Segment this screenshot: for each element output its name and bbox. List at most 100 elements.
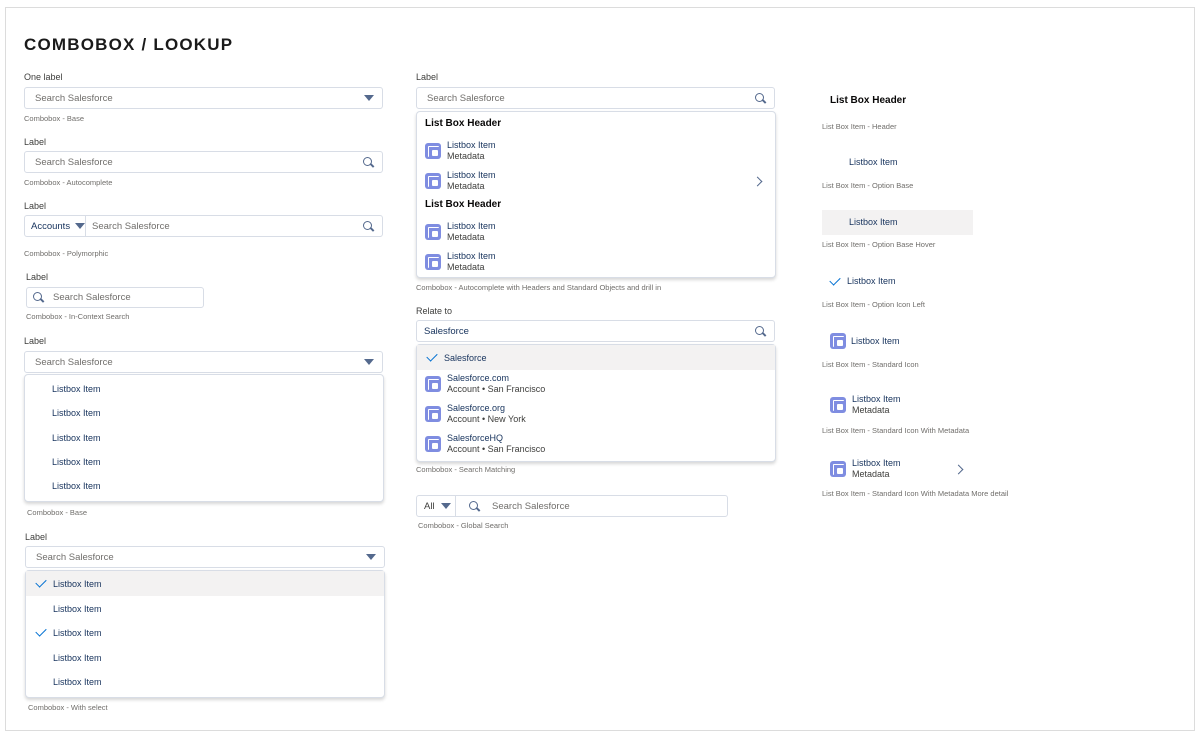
option-label: Listbox Item — [52, 481, 101, 491]
field-label: Label — [24, 201, 47, 211]
option-label: Listbox Item — [53, 578, 102, 589]
option-meta: Metadata — [447, 232, 485, 242]
caret-down-icon[interactable] — [364, 359, 374, 365]
standard-icon-sample[interactable]: Listbox Item — [830, 333, 900, 349]
listbox-option[interactable]: Listbox Item Metadata — [417, 250, 775, 274]
option-label: Listbox Item — [53, 652, 102, 663]
option-label: Listbox Item — [52, 384, 101, 394]
listbox-option[interactable]: Listbox Item — [26, 596, 384, 621]
option-label: SalesforceHQ — [447, 433, 504, 443]
caption: Combobox - Polymorphic — [24, 249, 109, 258]
combobox-base-open[interactable]: Search Salesforce — [24, 351, 383, 373]
option-label: Listbox Item — [852, 394, 901, 404]
placeholder: Search Salesforce — [92, 220, 170, 232]
combobox-with-select[interactable]: Search Salesforce — [25, 546, 385, 568]
option-meta: Metadata — [447, 262, 485, 272]
listbox-option[interactable]: Listbox Item Metadata — [417, 139, 775, 163]
placeholder: Search Salesforce — [427, 92, 505, 104]
option-label: Listbox Item — [53, 603, 102, 614]
option-label: Salesforce — [444, 352, 487, 363]
listbox-option[interactable]: Listbox Item — [26, 571, 384, 596]
standard-object-icon — [425, 173, 441, 189]
object-label: Accounts — [31, 220, 71, 232]
option-label: Listbox Item — [447, 251, 496, 261]
caption: Combobox - With select — [28, 703, 108, 712]
option-label: Listbox Item — [849, 217, 898, 227]
option-hover-sample[interactable]: Listbox Item — [822, 210, 973, 235]
combobox-autocomplete[interactable]: Search Salesforce — [24, 151, 383, 173]
standard-icon-metadata-sample[interactable]: Listbox Item Metadata — [830, 394, 901, 416]
option-label: Listbox Item — [53, 676, 102, 687]
caption: Combobox - Global Search — [418, 521, 509, 530]
listbox-option[interactable]: Listbox Item — [25, 431, 383, 445]
in-context-search[interactable]: Search Salesforce — [26, 287, 204, 308]
option-label: Listbox Item — [847, 276, 896, 286]
caption: Combobox - Base — [24, 114, 85, 123]
check-icon — [426, 350, 438, 362]
option-label: Listbox Item — [447, 170, 496, 180]
field-label: Label — [25, 532, 48, 542]
listbox-option[interactable]: Listbox Item — [25, 406, 383, 420]
caption: Combobox - Autocomplete with Headers and… — [416, 283, 662, 292]
option-meta: Metadata — [852, 405, 890, 415]
combobox-polymorphic[interactable]: Accounts Search Salesforce — [24, 215, 383, 237]
listbox-option-selected[interactable]: Salesforce — [417, 345, 775, 370]
standard-icon-metadata-detail-sample[interactable]: Listbox Item Metadata — [830, 458, 964, 480]
listbox-option[interactable]: Listbox Item Metadata — [417, 169, 775, 193]
caption: Combobox - Autocomplete — [24, 178, 113, 187]
listbox-option[interactable]: Salesforce.org Account • New York — [417, 402, 775, 426]
option-icon-left-sample[interactable]: Listbox Item — [829, 273, 896, 286]
option-label: Listbox Item — [852, 458, 901, 468]
listbox-option[interactable]: Listbox Item Metadata — [417, 220, 775, 244]
listbox: Listbox Item Listbox Item Listbox Item List… — [25, 570, 385, 698]
option-label: Listbox Item — [851, 336, 900, 346]
object-switcher[interactable]: Accounts — [25, 216, 86, 236]
caption: Combobox - Search Matching — [416, 465, 516, 474]
listbox-option[interactable]: Listbox Item — [25, 382, 383, 396]
listbox-header: List Box Header — [425, 117, 502, 129]
caret-down-icon[interactable] — [364, 95, 374, 101]
check-icon — [829, 273, 841, 286]
option-meta: Metadata — [447, 181, 485, 191]
placeholder: Search Salesforce — [35, 92, 113, 104]
listbox-option[interactable]: Listbox Item — [26, 645, 384, 670]
option-meta: Metadata — [852, 469, 890, 479]
account-icon — [425, 376, 441, 392]
combobox-base[interactable]: Search Salesforce — [24, 87, 383, 109]
scope-switcher[interactable]: All — [417, 496, 456, 516]
listbox: Listbox Item Listbox Item Listbox Item L… — [24, 374, 384, 502]
chevron-right-icon[interactable] — [752, 176, 763, 186]
option-label: Listbox Item — [52, 433, 101, 443]
listbox-option[interactable]: Listbox Item — [26, 669, 384, 694]
caret-down-icon — [440, 503, 451, 509]
listbox-option[interactable]: Salesforce.com Account • San Francisco — [417, 372, 775, 396]
caption: List Box Item - Option Base — [822, 181, 914, 190]
listbox-option[interactable]: Listbox Item — [25, 479, 383, 493]
option-base-sample[interactable]: Listbox Item — [849, 157, 898, 167]
listbox-option[interactable]: SalesforceHQ Account • San Francisco — [417, 432, 775, 456]
option-label: Listbox Item — [447, 140, 496, 150]
listbox: List Box Header Listbox Item Metadata Lis… — [416, 111, 776, 278]
option-meta: Metadata — [447, 151, 485, 161]
global-search[interactable]: All Search Salesforce — [416, 495, 728, 517]
chevron-right-icon[interactable] — [953, 464, 964, 474]
listbox-option[interactable]: Listbox Item — [25, 455, 383, 469]
field-label: Label — [24, 137, 47, 147]
page-title: COMBOBOX / LOOKUP — [24, 35, 234, 54]
option-label: Salesforce.org — [447, 403, 506, 413]
field-label: One label — [24, 72, 63, 82]
search-icon — [469, 500, 480, 512]
combobox-search-matching[interactable]: Salesforce — [416, 320, 775, 342]
standard-object-icon — [425, 254, 441, 270]
caption: Combobox - In-Context Search — [26, 312, 130, 321]
option-label: Listbox Item — [52, 457, 101, 467]
caption: List Box Item - Standard Icon With Metad… — [822, 489, 1009, 498]
listbox-option[interactable]: Listbox Item — [26, 620, 384, 645]
option-label: Listbox Item — [447, 221, 496, 231]
combobox-autocomplete-headers[interactable]: Search Salesforce — [416, 87, 775, 109]
caret-down-icon[interactable] — [366, 554, 376, 560]
search-icon — [755, 325, 766, 337]
listbox-header-sample: List Box Header — [830, 95, 907, 106]
caption: Combobox - Base — [27, 508, 88, 517]
option-meta: Account • New York — [447, 414, 526, 424]
